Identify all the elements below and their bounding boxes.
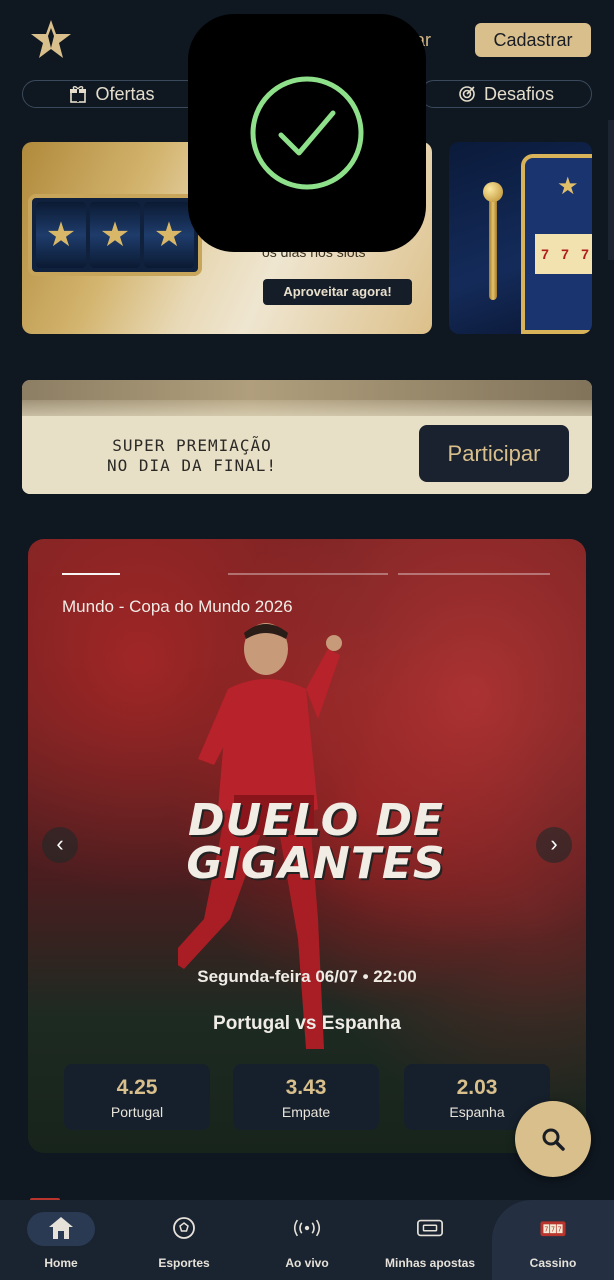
brand-star-logo[interactable] (30, 18, 72, 60)
challenges-pill[interactable]: Desafios (420, 80, 592, 108)
chevron-left-icon: ‹ (56, 831, 64, 856)
odd-label: Portugal (110, 1104, 164, 1120)
nav-home[interactable]: Home (0, 1200, 122, 1280)
odd-value: 3.43 (285, 1076, 327, 1099)
carousel-progress-active (62, 573, 120, 575)
gift-icon (70, 86, 87, 103)
promo-cta-button[interactable]: Aproveitar agora! (263, 279, 412, 305)
slot-machine-icon: 777 (539, 1214, 567, 1242)
signup-button[interactable]: Cadastrar (475, 23, 591, 57)
home-icon (47, 1214, 75, 1242)
promo-banner-slot-machine[interactable]: ★ 777 (449, 142, 592, 334)
challenges-label: Desafios (483, 83, 555, 104)
target-icon (459, 86, 475, 102)
nav-casino[interactable]: 777 Cassino (492, 1200, 614, 1280)
slot-lever-image (489, 190, 497, 300)
match-datetime: Segunda-feira 06/07 • 22:00 (197, 967, 417, 986)
event-title: DUELO DE GIGANTES (186, 795, 446, 889)
star-icon: ★ (557, 173, 579, 200)
featured-match-card[interactable]: Mundo - Copa do Mundo 2026 DUELO DE GIGA… (28, 539, 586, 1153)
search-icon (542, 1128, 565, 1151)
offers-label: Ofertas (95, 83, 155, 104)
carousel-progress (398, 573, 550, 575)
star-icon: ★ (90, 202, 140, 268)
carousel-prev-button[interactable]: ‹ (42, 827, 78, 863)
carousel-next-button[interactable]: › (536, 827, 572, 863)
odd-value: 4.25 (116, 1076, 158, 1099)
scrollbar[interactable] (608, 120, 614, 260)
odd-value: 2.03 (456, 1076, 498, 1099)
odd-button-home[interactable]: 4.25 Portugal (64, 1064, 210, 1130)
odd-label: Empate (281, 1104, 331, 1120)
soccer-ball-icon (170, 1214, 198, 1242)
offers-pill[interactable]: Ofertas (22, 80, 202, 108)
match-teams: Portugal vs Espanha (213, 1013, 401, 1034)
svg-text:7: 7 (551, 1226, 555, 1234)
success-toast (188, 14, 426, 252)
slot-lever-knob (483, 182, 503, 202)
slot-screen: 777 (535, 234, 592, 274)
final-prize-text: SUPER PREMIAÇÃO NO DIA DA FINAL! (106, 436, 278, 475)
nav-sports[interactable]: Esportes (122, 1200, 246, 1280)
odd-button-draw[interactable]: 3.43 Empate (233, 1064, 379, 1130)
slot-reels-image: ★ ★ ★ (28, 194, 202, 276)
star-icon: ★ (36, 202, 86, 268)
chevron-right-icon: › (550, 831, 558, 856)
ticket-icon (416, 1214, 444, 1242)
participate-button[interactable]: Participar (419, 425, 569, 482)
final-prize-banner[interactable]: SUPER PREMIAÇÃO NO DIA DA FINAL! Partici… (22, 380, 592, 494)
svg-text:7: 7 (544, 1226, 548, 1234)
live-broadcast-icon (293, 1214, 321, 1242)
league-label: Mundo - Copa do Mundo 2026 (62, 597, 293, 616)
nav-live[interactable]: Ao vivo (246, 1200, 368, 1280)
carousel-progress (228, 573, 388, 575)
checkmark-circle-icon (250, 76, 364, 190)
svg-text:7: 7 (558, 1226, 562, 1234)
nav-my-bets[interactable]: Minhas apostas (368, 1200, 492, 1280)
star-icon: ★ (144, 202, 194, 268)
search-fab-button[interactable] (515, 1101, 591, 1177)
